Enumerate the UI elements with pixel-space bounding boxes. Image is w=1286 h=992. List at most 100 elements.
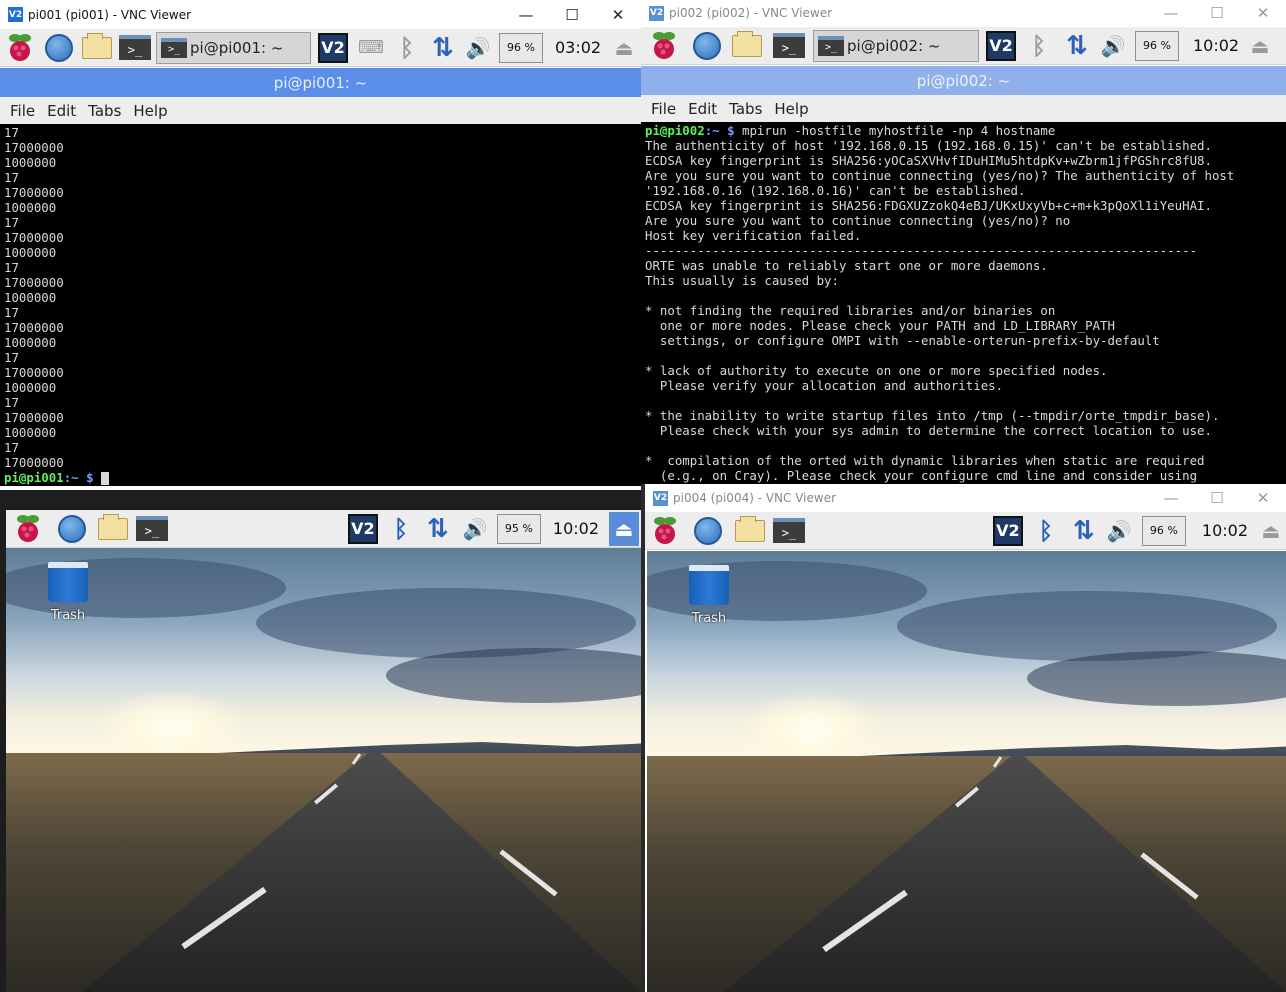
terminal-line: 17 (4, 395, 19, 410)
eject-icon[interactable]: ⏏ (1247, 27, 1273, 65)
vnc-server-icon[interactable]: V2 (343, 510, 383, 548)
network-icon[interactable]: ⇅ (419, 510, 457, 548)
menu-file[interactable]: File (10, 102, 35, 120)
terminal-line: 17000000 (4, 455, 64, 470)
terminal-launcher-icon[interactable]: >_ (767, 27, 811, 65)
text-cursor (101, 472, 109, 485)
prompt-path: :~ $ (63, 470, 101, 485)
bluetooth-icon[interactable]: ᛒ (383, 510, 419, 548)
window-title: pi004 (pi004) - VNC Viewer (673, 491, 837, 505)
file-manager-icon[interactable] (78, 29, 116, 67)
close-button[interactable]: ✕ (595, 0, 641, 29)
minimize-button[interactable]: — (1148, 0, 1194, 28)
terminal-line: 1000000 (4, 425, 57, 440)
vnc-window-pi003[interactable]: >_ V2 ᛒ ⇅ 🔊 95 % 10:02 ⏏ Trash (0, 490, 641, 992)
pi-taskbar: >_ >_ pi@pi001: ~ V2 ⌨ ᛒ ⇅ 🔊 96 % 03:02 … (0, 29, 641, 67)
desktop-wallpaper: Trash (6, 548, 641, 992)
vnc-server-icon[interactable]: V2 (988, 512, 1028, 550)
terminal-launcher-icon[interactable]: >_ (116, 29, 154, 67)
terminal-line: * compilation of the orted with dynamic … (645, 453, 1205, 468)
terminal-line: settings, or configure OMPI with --enabl… (645, 333, 1160, 348)
trash-desktop-icon[interactable]: Trash (687, 565, 731, 626)
minimize-button[interactable]: — (503, 0, 549, 29)
web-browser-icon[interactable] (50, 510, 94, 548)
window-title: pi002 (pi002) - VNC Viewer (669, 6, 833, 20)
bluetooth-icon[interactable]: ᛒ (1028, 512, 1064, 550)
file-manager-icon[interactable] (731, 512, 769, 550)
keyboard-icon[interactable]: ⌨ (353, 29, 389, 67)
network-icon[interactable]: ⇅ (1064, 512, 1104, 550)
volume-icon[interactable]: 🔊 (1097, 27, 1129, 65)
clock[interactable]: 10:02 (1194, 512, 1256, 550)
maximize-button[interactable]: ☐ (1194, 484, 1240, 513)
terminal-line: 17000000 (4, 185, 64, 200)
cpu-monitor: 96 % (1141, 515, 1186, 546)
volume-icon[interactable]: 🔊 (461, 29, 495, 67)
clock[interactable]: 10:02 (1185, 27, 1247, 65)
web-browser-icon[interactable] (40, 29, 78, 67)
raspberry-menu-icon[interactable] (0, 29, 40, 67)
menu-file[interactable]: File (651, 100, 676, 118)
maximize-button[interactable]: ☐ (549, 0, 595, 29)
taskbar-button-label: pi@pi001: ~ (190, 38, 284, 57)
vnc-window-pi002[interactable]: V2 pi002 (pi002) - VNC Viewer — ☐ ✕ >_ >… (641, 0, 1286, 484)
close-button[interactable]: ✕ (1240, 0, 1286, 28)
terminal-output[interactable]: pi@pi002:~ $ mpirun -hostfile myhostfile… (641, 122, 1286, 484)
terminal-line: Please check with your sys admin to dete… (645, 423, 1212, 438)
vnc-server-icon[interactable]: V2 (981, 27, 1021, 65)
menu-help[interactable]: Help (133, 102, 167, 120)
terminal-line: 1000000 (4, 335, 57, 350)
minimize-button[interactable]: — (1148, 484, 1194, 513)
vnc-window-pi004[interactable]: V2 pi004 (pi004) - VNC Viewer — ☐ ✕ >_ V… (645, 484, 1286, 992)
clock[interactable]: 03:02 (547, 29, 609, 67)
raspberry-menu-icon[interactable] (641, 27, 687, 65)
web-browser-icon[interactable] (685, 512, 731, 550)
vnc-server-icon[interactable]: V2 (313, 29, 353, 67)
raspberry-menu-icon[interactable] (6, 510, 50, 548)
web-browser-icon[interactable] (687, 27, 727, 65)
terminal-line: Host key verification failed. (645, 228, 862, 243)
menu-edit[interactable]: Edit (47, 102, 76, 120)
maximize-button[interactable]: ☐ (1194, 0, 1240, 28)
menu-tabs[interactable]: Tabs (88, 102, 121, 120)
bluetooth-icon[interactable]: ᛒ (389, 29, 425, 67)
cpu-monitor: 96 % (499, 32, 543, 63)
network-icon[interactable]: ⇅ (425, 29, 461, 67)
clock[interactable]: 10:02 (545, 510, 607, 548)
terminal-line: 1000000 (4, 380, 57, 395)
menu-tabs[interactable]: Tabs (729, 100, 762, 118)
terminal-title: pi@pi002: ~ (916, 71, 1011, 90)
raspberry-menu-icon[interactable] (645, 512, 685, 550)
menu-edit[interactable]: Edit (688, 100, 717, 118)
terminal-launcher-icon[interactable]: >_ (769, 512, 809, 550)
file-manager-icon[interactable] (727, 27, 767, 65)
vnc-window-pi001[interactable]: V2 pi001 (pi001) - VNC Viewer — ☐ ✕ >_ >… (0, 0, 641, 490)
terminal-line: ECDSA key fingerprint is SHA256:FDGXUZzo… (645, 198, 1212, 213)
terminal-line: 1000000 (4, 200, 57, 215)
network-icon[interactable]: ⇅ (1057, 27, 1097, 65)
terminal-output[interactable]: 17 17000000 1000000 17 17000000 1000000 17 1700… (0, 124, 641, 486)
terminal-line: 17 (4, 260, 19, 275)
bluetooth-icon[interactable]: ᛒ (1021, 27, 1057, 65)
taskbar-button-label: pi@pi002: ~ (847, 36, 941, 55)
eject-icon[interactable]: ⏏ (609, 511, 639, 546)
window-titlebar[interactable]: V2 pi001 (pi001) - VNC Viewer — ☐ ✕ (0, 0, 641, 29)
terminal-line: 17 (4, 350, 19, 365)
window-titlebar[interactable]: V2 pi004 (pi004) - VNC Viewer — ☐ ✕ (645, 484, 1286, 512)
menu-help[interactable]: Help (774, 100, 808, 118)
terminal-line: Are you sure you want to continue connec… (645, 213, 1071, 228)
taskbar-terminal-button[interactable]: >_ pi@pi002: ~ (813, 29, 979, 62)
volume-icon[interactable]: 🔊 (457, 510, 493, 548)
terminal-line: 17 (4, 170, 19, 185)
trash-desktop-icon[interactable]: Trash (46, 562, 90, 623)
window-titlebar[interactable]: V2 pi002 (pi002) - VNC Viewer — ☐ ✕ (641, 0, 1286, 26)
volume-icon[interactable]: 🔊 (1104, 512, 1134, 550)
eject-icon[interactable]: ⏏ (609, 29, 639, 67)
taskbar-terminal-button[interactable]: >_ pi@pi001: ~ (156, 31, 311, 64)
terminal-line: The authenticity of host '192.168.0.15 (… (645, 138, 1212, 153)
eject-icon[interactable]: ⏏ (1256, 512, 1286, 550)
close-button[interactable]: ✕ (1240, 484, 1286, 513)
terminal-launcher-icon[interactable]: >_ (132, 510, 172, 548)
file-manager-icon[interactable] (94, 510, 132, 548)
